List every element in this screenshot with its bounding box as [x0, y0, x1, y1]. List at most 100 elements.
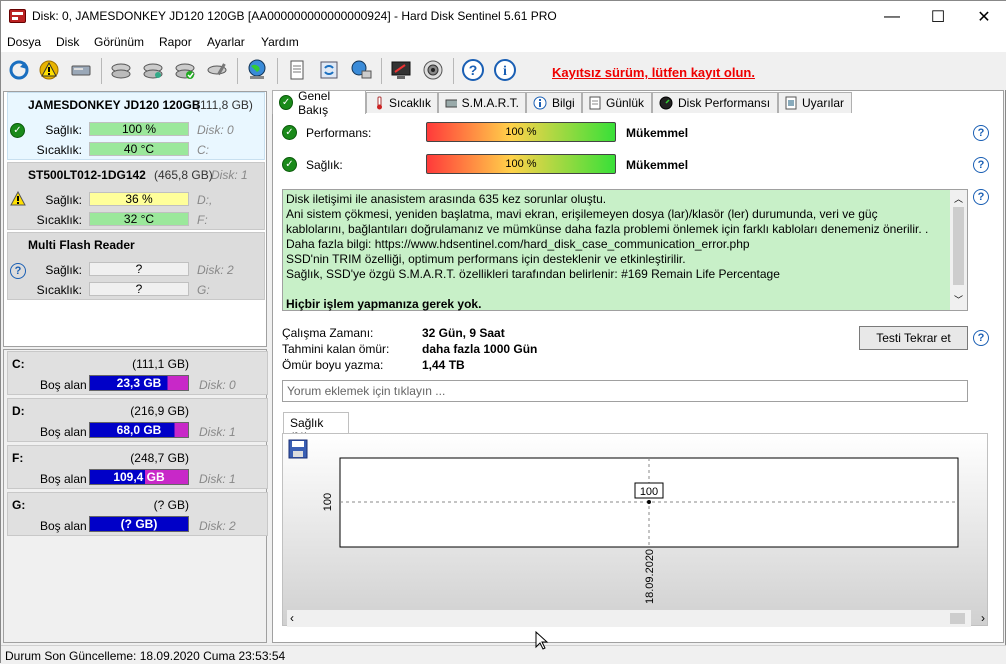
volume-item-f[interactable]: F: (248,7 GB) Boş alan 109,4 GB Disk: 1 [7, 445, 268, 489]
health-bar: 36 % [89, 192, 189, 206]
disk-test-button[interactable] [107, 56, 135, 84]
health-bar: 100 % [89, 122, 189, 136]
volume-item-g[interactable]: G: (? GB) Boş alan (? GB) Disk: 2 [7, 492, 268, 536]
help-button[interactable]: ? [459, 56, 487, 84]
maximize-button[interactable]: ☐ [915, 1, 961, 32]
disk-number: Disk: 2 [197, 263, 234, 277]
scroll-left-icon[interactable]: ‹ [290, 611, 294, 625]
help-icon[interactable]: ? [973, 189, 989, 205]
health-label: Sağlık: [306, 158, 343, 172]
network-icon [351, 60, 372, 79]
alerts-icon [785, 96, 797, 110]
free-space-value: 109,4 GB [113, 470, 165, 484]
help-icon[interactable]: ? [973, 125, 989, 141]
disk-surface-button[interactable] [139, 56, 167, 84]
sync-button[interactable] [315, 56, 343, 84]
volume-letter: C: [12, 357, 25, 371]
log-icon [589, 96, 601, 110]
disk-name: ST500LT012-1DG142 [28, 168, 146, 182]
web-button[interactable] [243, 56, 271, 84]
tab-bilgi[interactable]: Bilgi [526, 92, 582, 113]
tab-genel-bakis[interactable]: ✓ Genel Bakış [272, 89, 366, 117]
network-button[interactable] [347, 56, 375, 84]
sound-button[interactable] [419, 56, 447, 84]
scroll-thumb[interactable] [953, 207, 964, 285]
disk-tools-button[interactable] [203, 56, 231, 84]
tab-health-chart[interactable]: Sağlık (%) [283, 412, 349, 444]
monitor-icon [391, 61, 411, 79]
disk-number: Disk: 1 [199, 472, 236, 486]
disk-test-icon [111, 63, 131, 79]
tab-disk-performansi[interactable]: Disk Performansı [652, 92, 778, 113]
tab-label: Bilgi [552, 96, 575, 110]
maximize-icon: ☐ [930, 8, 946, 26]
tab-gunluk[interactable]: Günlük [582, 92, 652, 113]
tab-uyarilar[interactable]: Uyarılar [778, 92, 852, 113]
temperature-bar: ? [89, 282, 189, 296]
volume-size: (111,1 GB) [132, 357, 189, 371]
drive-letters: D:, [197, 193, 213, 207]
unregistered-link[interactable]: Kayıtsız sürüm, lütfen kayıt olun. [552, 65, 755, 80]
performance-label: Performans: [306, 126, 372, 140]
health-chart-panel: 100 18.09.2020 100 [282, 433, 988, 626]
refresh-icon [9, 60, 29, 80]
disk-number: Disk: 1 [211, 168, 248, 182]
free-space-label: Boş alan [40, 472, 87, 486]
chart-scrollbar[interactable]: ‹ › [287, 610, 985, 627]
disk-item-2[interactable]: Multi Flash Reader ? Sağlık: ? Disk: 2 S… [7, 232, 265, 300]
scroll-down-icon[interactable]: ﹀ [954, 293, 963, 308]
message-line: SSD'nin TRIM özelliği, optimum performan… [286, 252, 686, 266]
about-button[interactable]: i [491, 56, 519, 84]
menu-rapor[interactable]: Rapor [159, 35, 192, 49]
alert-button[interactable] [35, 56, 63, 84]
minimize-button[interactable]: — [869, 1, 915, 32]
app-icon [9, 9, 26, 23]
scroll-right-icon[interactable]: › [981, 611, 985, 625]
health-label: Sağlık: [45, 263, 82, 277]
app-window: Disk: 0, JAMESDONKEY JD120 120GB [AA0000… [0, 0, 1006, 664]
menu-dosya[interactable]: Dosya [7, 35, 41, 49]
help-icon[interactable]: ? [973, 157, 989, 173]
info-icon: i [494, 59, 516, 81]
report-button[interactable] [283, 56, 311, 84]
volume-item-c[interactable]: C: (111,1 GB) Boş alan 23,3 GB Disk: 0 [7, 351, 268, 395]
free-space-value: (? GB) [120, 517, 158, 531]
svg-text:?: ? [469, 62, 478, 78]
disk-ok-button[interactable] [171, 56, 199, 84]
message-line: Daha fazla bilgi: https://www.hdsentinel… [286, 237, 750, 251]
refresh-button[interactable] [5, 56, 33, 84]
disk-list-panel: JAMESDONKEY JD120 120GB (111,8 GB) ✓ Sağ… [3, 91, 267, 347]
close-button[interactable]: ✕ [961, 1, 1006, 32]
uptime-value: 32 Gün, 9 Saat [422, 326, 505, 340]
comment-input[interactable]: Yorum eklemek için tıklayın ... [282, 380, 968, 402]
monitor-button[interactable] [387, 56, 415, 84]
disk-number: Disk: 0 [197, 123, 234, 137]
data-label: 100 [640, 486, 658, 498]
menu-gorunum[interactable]: Görünüm [94, 35, 144, 49]
close-icon: ✕ [977, 8, 991, 26]
disk-item-1[interactable]: ST500LT012-1DG142 (465,8 GB) Disk: 1 Sağ… [7, 162, 265, 230]
volume-item-d[interactable]: D: (216,9 GB) Boş alan 68,0 GB Disk: 1 [7, 398, 268, 442]
disk-name: JAMESDONKEY JD120 120GB [28, 98, 201, 112]
y-tick-label: 100 [322, 493, 334, 511]
message-scrollbar[interactable]: ︿ ﹀ [950, 190, 967, 310]
menu-ayarlar[interactable]: Ayarlar [207, 35, 245, 49]
disk-number: Disk: 1 [199, 425, 236, 439]
menu-yardim[interactable]: Yardım [261, 35, 299, 49]
scroll-up-icon[interactable]: ︿ [954, 192, 963, 207]
retest-button[interactable]: Testi Tekrar et [859, 326, 968, 350]
menu-disk[interactable]: Disk [56, 35, 79, 49]
disk-item-0[interactable]: JAMESDONKEY JD120 120GB (111,8 GB) ✓ Sağ… [7, 92, 265, 160]
ok-icon: ✓ [279, 95, 294, 110]
temperature-label: Sıcaklık: [36, 143, 82, 157]
title-bar: Disk: 0, JAMESDONKEY JD120 120GB [AA0000… [1, 1, 1006, 32]
volume-list-panel: C: (111,1 GB) Boş alan 23,3 GB Disk: 0 D… [3, 349, 268, 643]
disk-size: (111,8 GB) [196, 98, 253, 112]
disk-info-button[interactable] [67, 56, 95, 84]
tab-sicaklik[interactable]: Sıcaklık [366, 92, 438, 113]
scroll-thumb[interactable] [950, 613, 965, 624]
health-label: Sağlık: [45, 123, 82, 137]
tab-smart[interactable]: S.M.A.R.T. [438, 92, 526, 113]
info-icon [533, 96, 547, 110]
help-icon[interactable]: ? [973, 330, 989, 346]
